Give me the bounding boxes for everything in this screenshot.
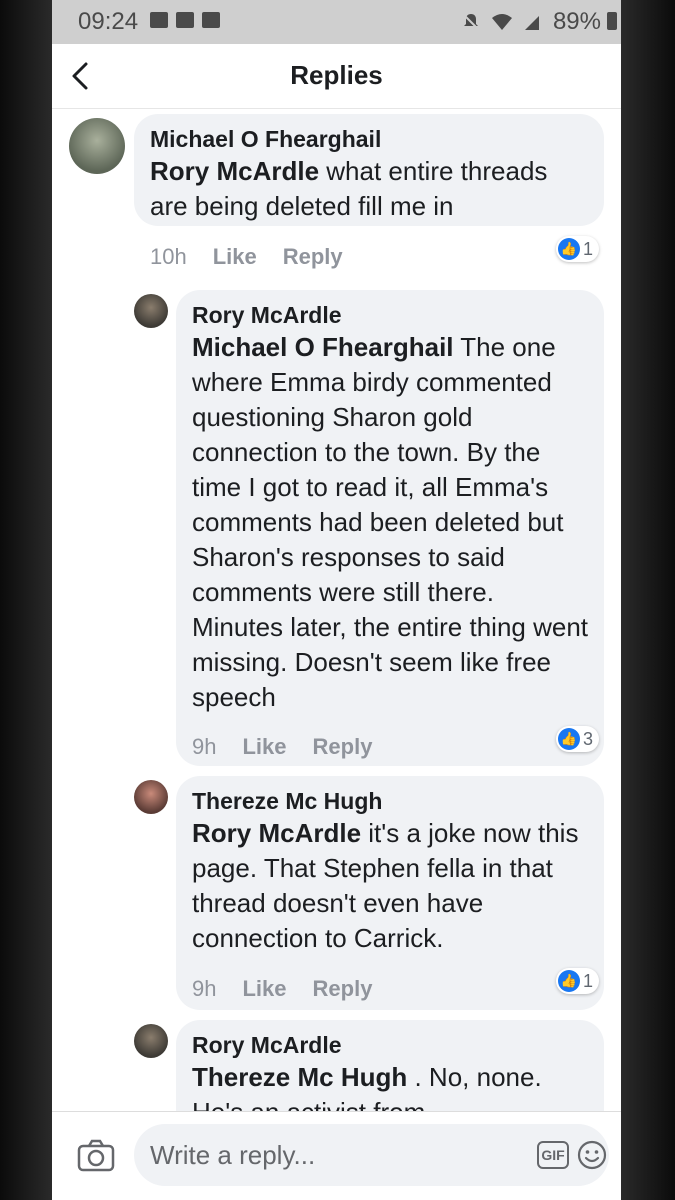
reply-button[interactable]: Reply xyxy=(313,976,373,1002)
reply-placeholder[interactable]: Write a reply... xyxy=(150,1140,315,1171)
comment-text: Michael O Fhearghail The one where Emma … xyxy=(192,330,588,715)
image-notification-icon xyxy=(202,12,220,28)
header: Replies xyxy=(52,44,621,109)
comment-author[interactable]: Michael O Fhearghail xyxy=(150,124,588,154)
signal-icon xyxy=(525,16,539,30)
thumbs-up-icon: 👍 xyxy=(558,970,580,992)
wifi-icon xyxy=(492,14,512,30)
camera-icon[interactable] xyxy=(76,1136,116,1176)
reply-composer: Write a reply... GIF xyxy=(52,1111,621,1200)
comment-text: Thereze Mc Hugh . No, none. He's an acti… xyxy=(192,1060,588,1112)
mute-icon xyxy=(462,13,480,31)
notification-icons xyxy=(150,12,220,28)
battery-icon xyxy=(607,12,617,30)
comment-actions: 9h Like Reply xyxy=(192,734,372,760)
comment-bubble: Rory McArdle Michael O Fhearghail The on… xyxy=(176,290,604,766)
like-button[interactable]: Like xyxy=(242,976,286,1002)
comment-bubble: Thereze Mc Hugh Rory McArdle it's a joke… xyxy=(176,776,604,1010)
avatar[interactable] xyxy=(134,780,168,814)
comment-body: The one where Emma birdy commented quest… xyxy=(192,332,589,712)
status-bar: 09:24 89% xyxy=(52,0,621,44)
comment-text: Rory McArdle what entire threads are bei… xyxy=(150,154,588,224)
video-notification-icon xyxy=(150,12,168,28)
comment-author[interactable]: Thereze Mc Hugh xyxy=(192,786,588,816)
thumbs-up-icon: 👍 xyxy=(558,728,580,750)
comment-mention[interactable]: Rory McArdle xyxy=(150,156,319,186)
system-icons xyxy=(461,12,541,32)
reaction-number: 1 xyxy=(583,970,594,991)
reaction-number: 3 xyxy=(583,728,594,749)
comment-actions: 10h Like Reply xyxy=(150,244,343,270)
comment-mention[interactable]: Michael O Fhearghail xyxy=(192,332,454,362)
comment-author[interactable]: Rory McArdle xyxy=(192,300,588,330)
comment-mention[interactable]: Rory McArdle xyxy=(192,818,361,848)
gif-button[interactable]: GIF xyxy=(537,1141,569,1169)
replies-thread: Michael O Fhearghail Rory McArdle what e… xyxy=(52,108,621,1112)
comment-author[interactable]: Rory McArdle xyxy=(192,1030,588,1060)
reply-button[interactable]: Reply xyxy=(313,734,373,760)
comment-bubble: Rory McArdle Thereze Mc Hugh . No, none.… xyxy=(176,1020,604,1112)
frame-right-edge xyxy=(621,0,675,1200)
frame-left-edge xyxy=(0,0,52,1200)
status-time: 09:24 xyxy=(78,8,139,35)
reply-button[interactable]: Reply xyxy=(283,244,343,270)
avatar[interactable] xyxy=(134,1024,168,1058)
mail-notification-icon xyxy=(176,12,194,28)
emoji-icon[interactable] xyxy=(577,1140,607,1170)
comment-bubble: Michael O Fhearghail Rory McArdle what e… xyxy=(134,114,604,226)
replies-screen: Replies Michael O Fhearghail Rory McArdl… xyxy=(52,44,621,1200)
reaction-number: 1 xyxy=(583,238,594,259)
like-button[interactable]: Like xyxy=(213,244,257,270)
like-button[interactable]: Like xyxy=(242,734,286,760)
reaction-count[interactable]: 👍 1 xyxy=(556,968,600,994)
comment-time: 9h xyxy=(192,734,217,759)
comment-mention[interactable]: Thereze Mc Hugh xyxy=(192,1062,407,1092)
thumbs-up-icon: 👍 xyxy=(558,238,580,260)
comment-actions: 9h Like Reply xyxy=(192,976,372,1002)
avatar[interactable] xyxy=(134,294,168,328)
reaction-count[interactable]: 👍 1 xyxy=(556,236,600,262)
battery-percent: 89% xyxy=(552,8,601,35)
reaction-count[interactable]: 👍 3 xyxy=(556,726,600,752)
comment-time: 10h xyxy=(150,244,187,269)
comment-time: 9h xyxy=(192,976,217,1001)
avatar[interactable] xyxy=(69,118,125,174)
comment-text: Rory McArdle it's a joke now this page. … xyxy=(192,816,588,956)
page-title: Replies xyxy=(290,60,383,90)
